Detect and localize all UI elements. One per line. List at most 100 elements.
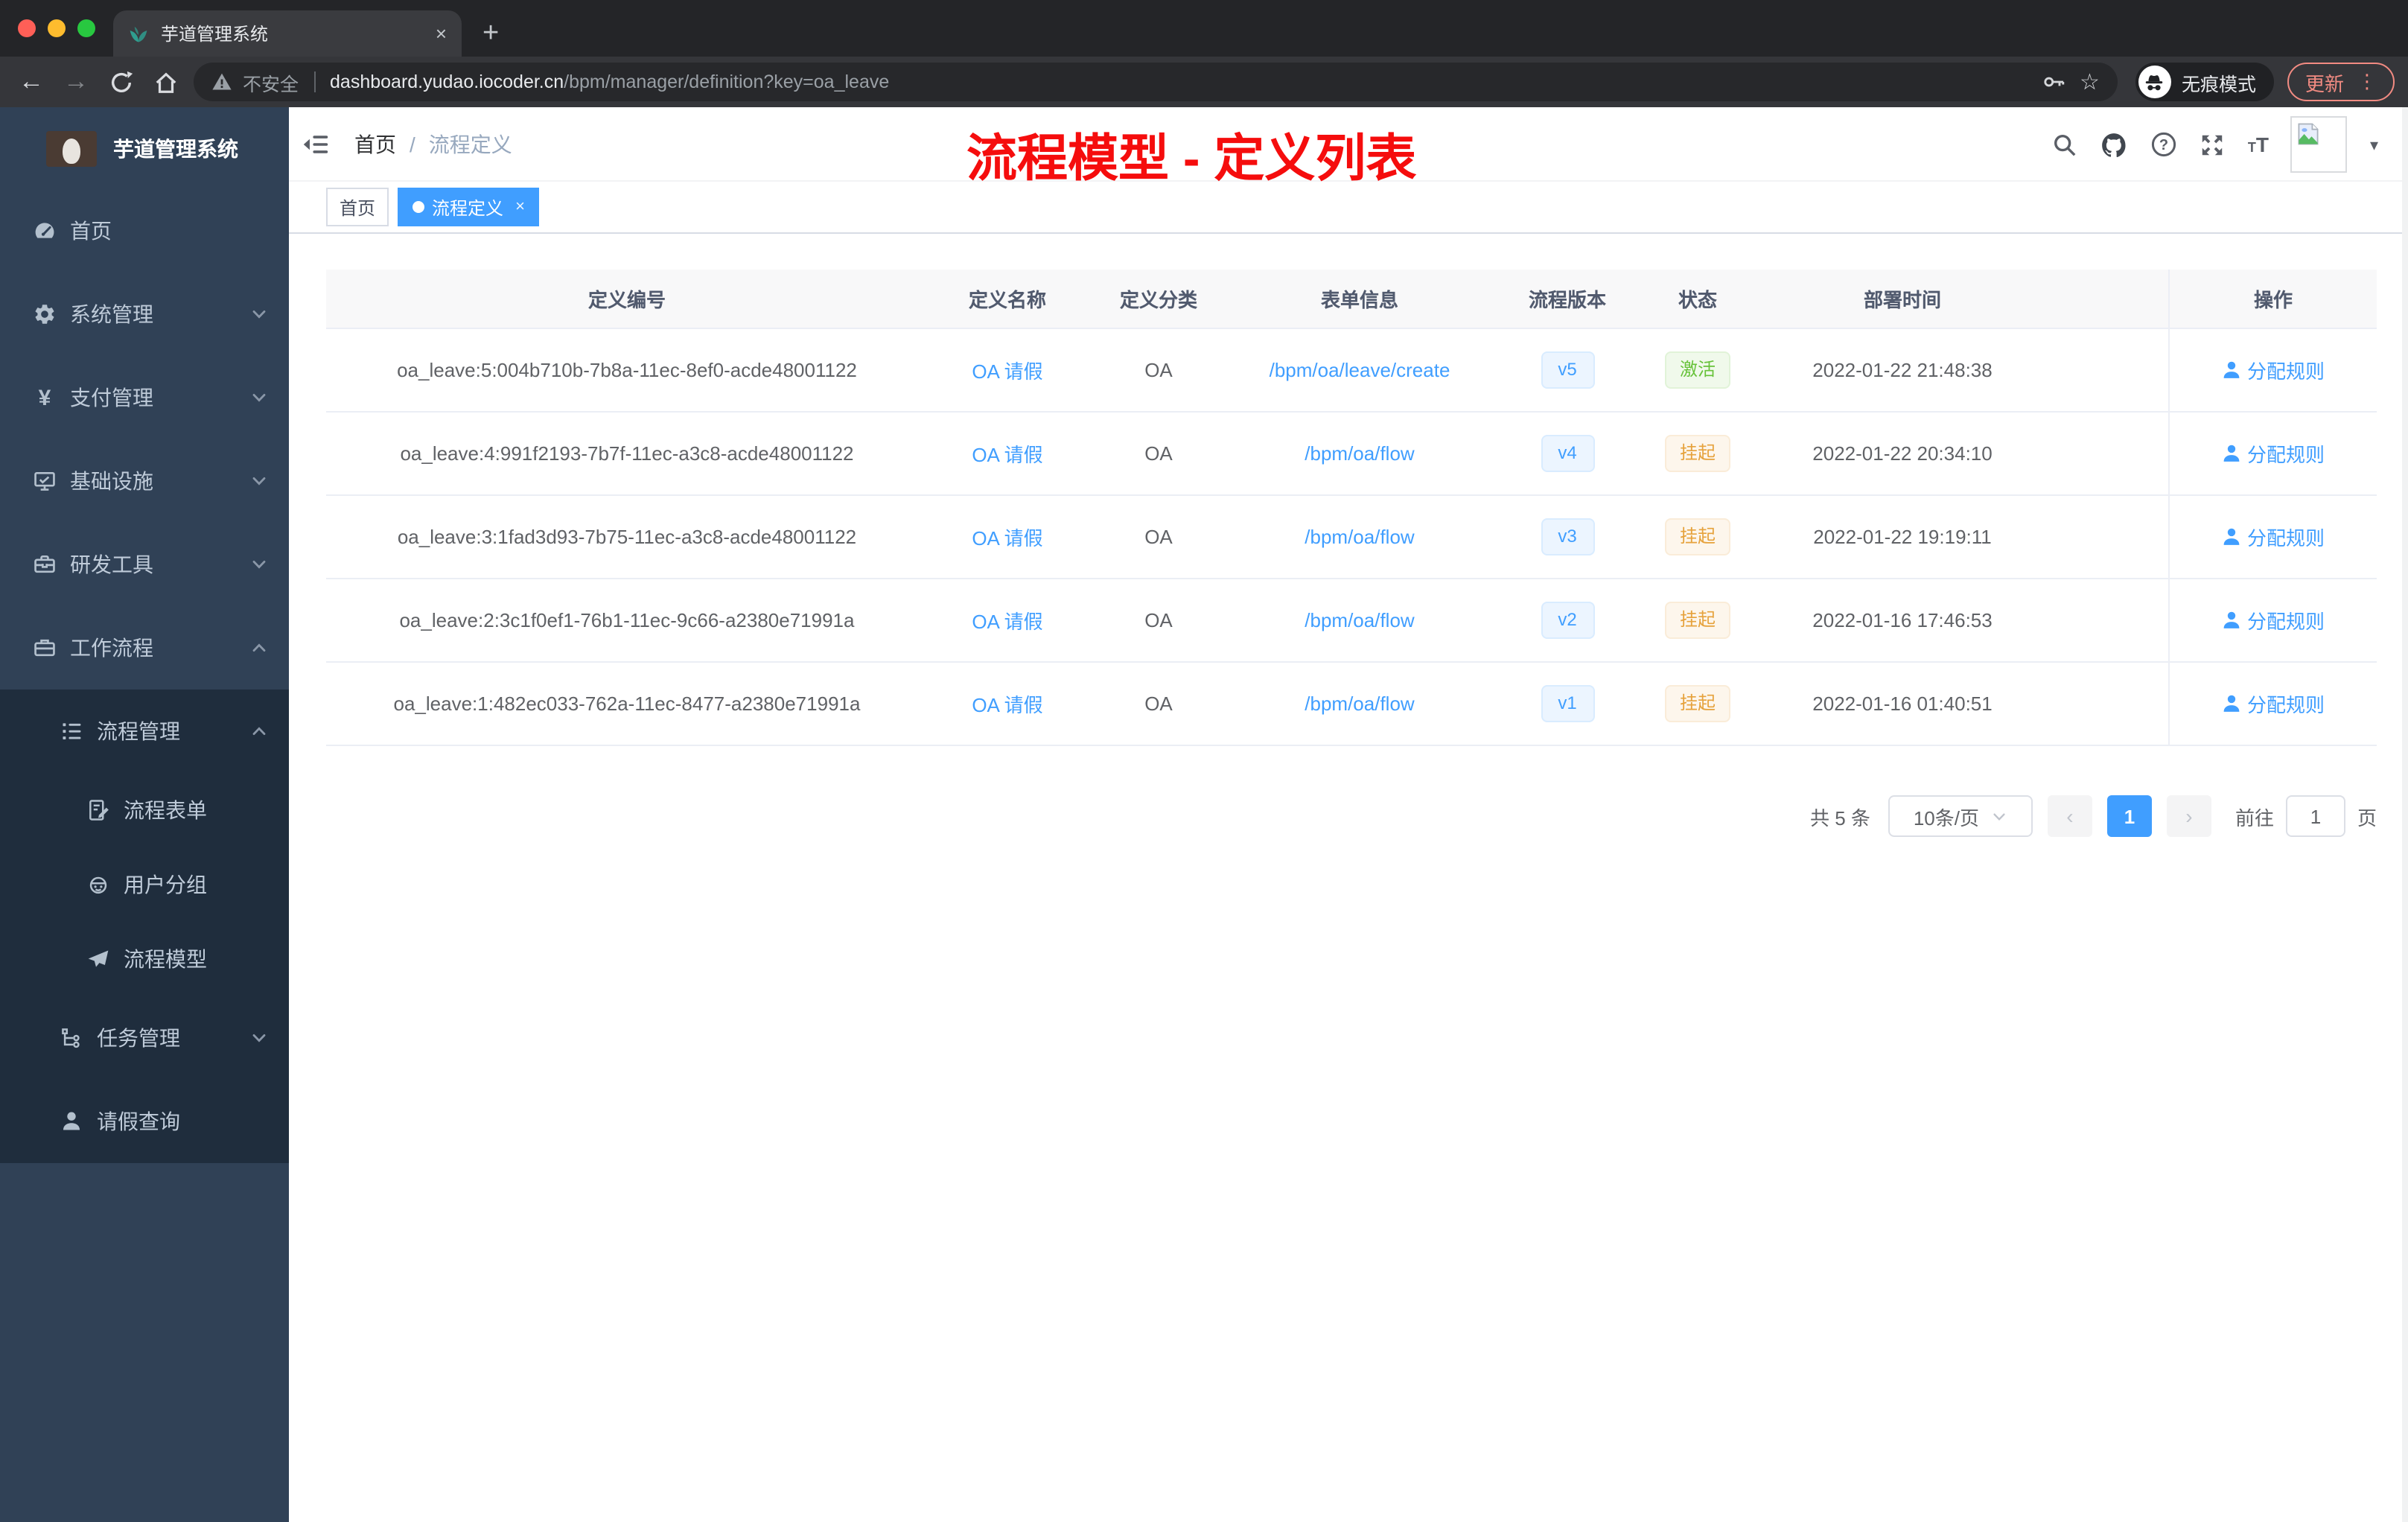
person-icon <box>2223 445 2240 462</box>
version-badge[interactable]: v3 <box>1541 518 1594 555</box>
workflow-submenu: 流程管理 流程表单 用户分组 流程模型 任务管理 请假查询 <box>0 690 289 1163</box>
next-page-button[interactable]: › <box>2166 795 2211 837</box>
tag-close-icon[interactable]: × <box>515 198 525 216</box>
version-badge[interactable]: v5 <box>1541 351 1594 389</box>
breadcrumb-current: 流程定义 <box>428 132 512 156</box>
browser-update-button[interactable]: 更新 ⋮ <box>2287 63 2395 101</box>
col-header-actions: 操作 <box>2168 270 2377 328</box>
chevron-down-icon <box>250 555 268 573</box>
form-link[interactable]: /bpm/oa/flow <box>1305 692 1414 715</box>
version-badge[interactable]: v4 <box>1541 435 1594 472</box>
person-icon <box>2223 361 2240 378</box>
yen-icon: ¥ <box>38 385 51 410</box>
sidebar-item-devtools[interactable]: 研发工具 <box>0 523 289 606</box>
app-logo <box>46 130 97 166</box>
sidebar-item-workflow[interactable]: 工作流程 <box>0 606 289 690</box>
breadcrumb: 首页 / 流程定义 <box>354 129 512 159</box>
search-icon[interactable] <box>2053 132 2078 157</box>
window-zoom-button[interactable] <box>77 19 95 37</box>
list-icon <box>60 719 83 743</box>
avatar[interactable] <box>2290 116 2348 173</box>
tag-process-definition[interactable]: 流程定义 × <box>398 188 540 226</box>
password-key-icon[interactable] <box>2041 70 2065 94</box>
sidebar-logo-row[interactable]: 芋道管理系统 <box>0 107 289 189</box>
form-link[interactable]: /bpm/oa/flow <box>1305 442 1414 465</box>
sidebar-item-payment[interactable]: ¥ 支付管理 <box>0 356 289 439</box>
person-icon <box>2223 528 2240 545</box>
dashboard-gauge-icon <box>33 219 57 243</box>
cell-category: OA <box>1144 359 1173 381</box>
definition-name-link[interactable]: OA 请假 <box>972 439 1042 468</box>
assign-rule-button[interactable]: 分配规则 <box>2222 523 2325 551</box>
assign-rule-button[interactable]: 分配规则 <box>2222 606 2325 634</box>
navbar: 首页 / 流程定义 ? T T ▾ 流程模型 - 定义列表 <box>289 106 2408 188</box>
definition-name-link[interactable]: OA 请假 <box>972 356 1042 384</box>
definition-table: 定义编号 定义名称 定义分类 表单信息 流程版本 状态 部署时间 操作 oa_l… <box>326 270 2377 746</box>
github-icon[interactable] <box>2100 130 2129 159</box>
assign-rule-button[interactable]: 分配规则 <box>2222 690 2325 718</box>
fullscreen-icon[interactable] <box>2200 132 2226 157</box>
sidebar-toggle-hamburger-icon[interactable] <box>289 106 343 181</box>
col-header-id: 定义编号 <box>587 289 666 311</box>
prev-page-button[interactable]: ‹ <box>2047 795 2092 837</box>
incognito-icon <box>2138 66 2171 98</box>
forward-icon[interactable]: → <box>54 61 98 103</box>
form-link[interactable]: /bpm/oa/flow <box>1305 526 1414 548</box>
help-question-icon[interactable]: ? <box>2151 131 2178 158</box>
sidebar-item-process-model[interactable]: 流程模型 <box>0 922 289 996</box>
sidebar-item-system[interactable]: 系统管理 <box>0 273 289 356</box>
goto-page-input[interactable] <box>2285 795 2345 837</box>
browser-window: 芋道管理系统 × + ← → 不安全 dashboard.yudao.iocod… <box>0 0 2408 1522</box>
window-close-button[interactable] <box>18 19 36 37</box>
status-badge: 挂起 <box>1664 602 1730 639</box>
sidebar-item-infrastructure[interactable]: 基础设施 <box>0 439 289 523</box>
new-tab-button[interactable]: + <box>482 19 499 48</box>
monitor-icon <box>33 469 57 493</box>
tab-close-icon[interactable]: × <box>436 24 447 43</box>
sidebar-item-leave-query[interactable]: 请假查询 <box>0 1080 289 1163</box>
app-title: 芋道管理系统 <box>113 136 238 160</box>
back-icon[interactable]: ← <box>9 61 54 103</box>
browser-tab[interactable]: 芋道管理系统 × <box>113 10 462 57</box>
version-badge[interactable]: v2 <box>1541 602 1594 639</box>
form-link[interactable]: /bpm/oa/leave/create <box>1270 359 1450 381</box>
page-number-1[interactable]: 1 <box>2106 795 2152 837</box>
reload-icon[interactable] <box>98 61 143 103</box>
breadcrumb-home[interactable]: 首页 <box>354 129 396 159</box>
window-minimize-button[interactable] <box>48 19 66 37</box>
page-size-select[interactable]: 10条/页 <box>1888 795 2033 837</box>
sidebar-item-label: 首页 <box>70 219 112 243</box>
home-icon[interactable] <box>143 61 188 103</box>
status-badge: 激活 <box>1664 351 1730 389</box>
bookmark-star-icon[interactable]: ☆ <box>2080 69 2100 95</box>
browser-menu-icon[interactable]: ⋮ <box>2357 70 2377 94</box>
sidebar-item-user-group[interactable]: 用户分组 <box>0 847 289 922</box>
sidebar-item-label: 工作流程 <box>70 636 153 660</box>
definition-name-link[interactable]: OA 请假 <box>972 606 1042 634</box>
window-scrollbar[interactable] <box>2402 107 2408 1522</box>
assign-rule-button[interactable]: 分配规则 <box>2222 439 2325 468</box>
form-link[interactable]: /bpm/oa/flow <box>1305 609 1414 631</box>
security-warning-icon[interactable] <box>211 71 232 92</box>
definition-name-link[interactable]: OA 请假 <box>972 523 1042 551</box>
sidebar-item-label: 支付管理 <box>70 386 153 410</box>
sidebar-item-label: 任务管理 <box>97 1026 180 1050</box>
assign-rule-button[interactable]: 分配规则 <box>2222 356 2325 384</box>
table-row: oa_leave:3:1fad3d93-7b75-11ec-a3c8-acde4… <box>326 496 2377 579</box>
sidebar-item-task-management[interactable]: 任务管理 <box>0 996 289 1080</box>
pagination-total: 共 5 条 <box>1810 806 1870 829</box>
toolbox-icon <box>33 553 57 576</box>
sidebar-item-process-form[interactable]: 流程表单 <box>0 773 289 847</box>
address-bar[interactable]: 不安全 dashboard.yudao.iocoder.cn/bpm/manag… <box>194 63 2118 101</box>
sidebar-item-process-management[interactable]: 流程管理 <box>0 690 289 773</box>
font-size-icon[interactable]: TT <box>2248 133 2269 156</box>
tag-home[interactable]: 首页 <box>326 188 389 226</box>
version-badge[interactable]: v1 <box>1541 685 1594 722</box>
update-label: 更新 <box>2305 72 2344 95</box>
definition-name-link[interactable]: OA 请假 <box>972 690 1042 718</box>
pagination: 共 5 条 10条/页 ‹ 1 › 前往 页 <box>326 795 2377 837</box>
main-panel: 首页 / 流程定义 ? T T ▾ 流程模型 - 定义列表 首页 流程定义 × … <box>289 107 2408 1522</box>
page-unit-label: 页 <box>2357 806 2377 829</box>
sidebar-item-home[interactable]: 首页 <box>0 189 289 273</box>
avatar-caret-icon[interactable]: ▾ <box>2370 135 2378 154</box>
